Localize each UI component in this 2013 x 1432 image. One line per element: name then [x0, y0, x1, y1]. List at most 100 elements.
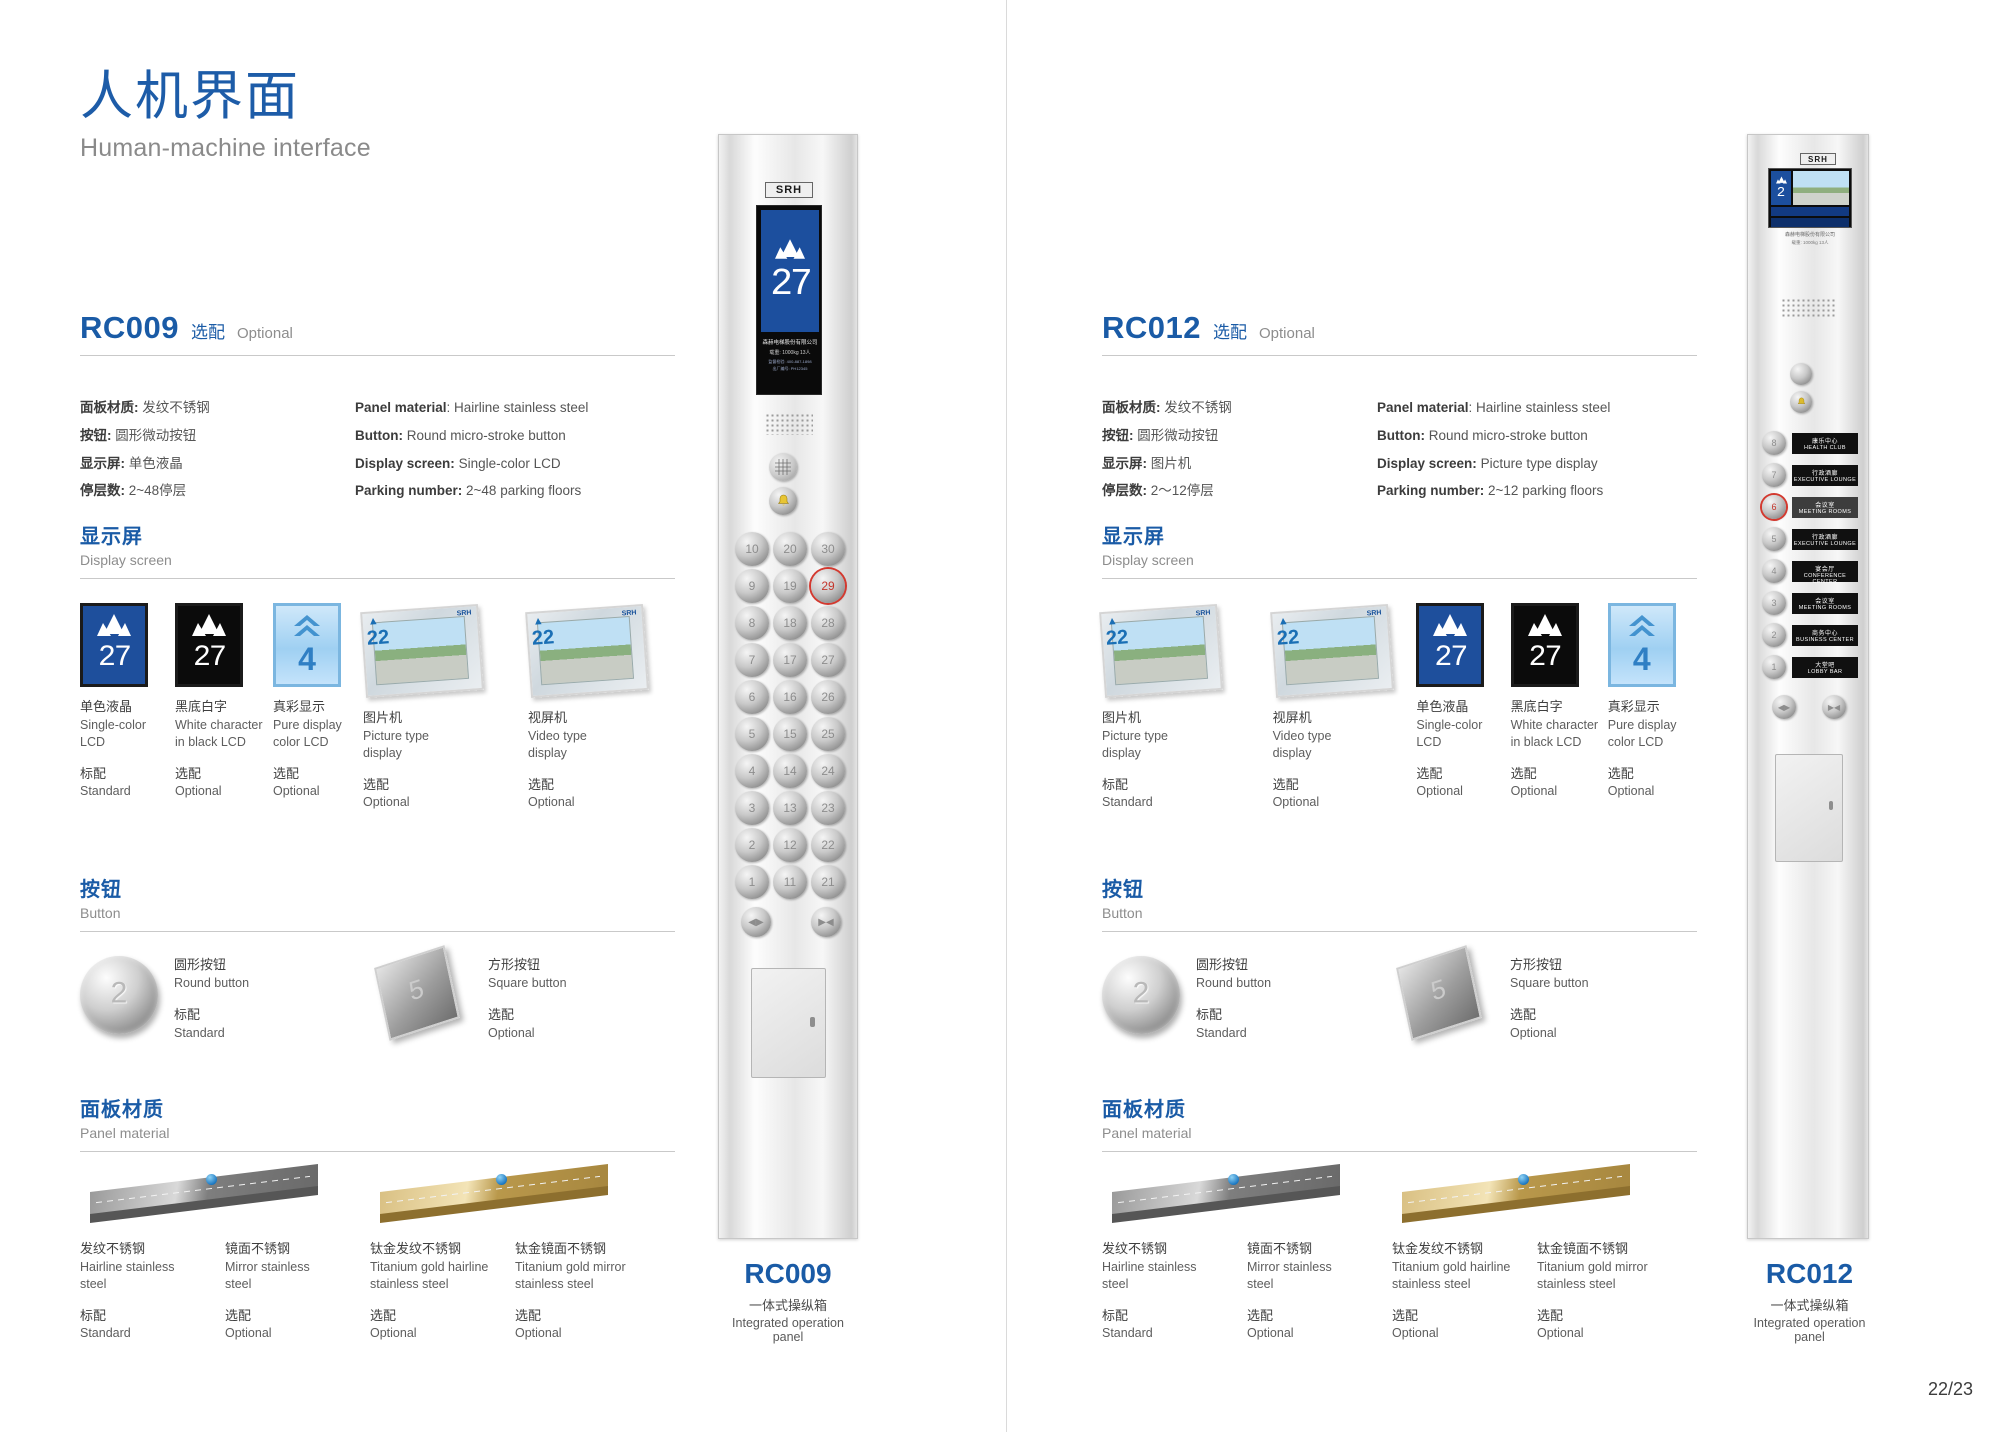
- panel-material-item[interactable]: 发纹不锈钢 Hairline stainless steel 标配 Standa…: [1102, 1240, 1247, 1342]
- floor-plate-row[interactable]: 7 行政酒廊 EXECUTIVE LOUNGE: [1762, 459, 1862, 491]
- panel-material-item[interactable]: 钛金发纹不锈钢 Titanium gold hairline stainless…: [370, 1240, 515, 1342]
- floor-button[interactable]: 7: [1762, 463, 1786, 487]
- item-availability-en: Optional: [273, 784, 320, 799]
- item-name-en-1: Video type: [1272, 728, 1332, 743]
- panel-material-item[interactable]: 钛金发纹不锈钢 Titanium gold hairline stainless…: [1392, 1240, 1537, 1342]
- floor-button[interactable]: 19: [773, 569, 807, 603]
- panel-material-item[interactable]: 钛金镜面不锈钢 Titanium gold mirror stainless s…: [515, 1240, 665, 1342]
- floor-button[interactable]: 24: [811, 754, 845, 788]
- floor-button[interactable]: 30: [811, 532, 845, 566]
- floor-button[interactable]: 22: [811, 828, 845, 862]
- door-control-buttons[interactable]: ◀▶ ▶◀: [1772, 695, 1846, 719]
- item-availability-cn: 选配: [1272, 776, 1299, 792]
- floor-button[interactable]: 14: [773, 754, 807, 788]
- alarm-bell-button[interactable]: [769, 487, 797, 515]
- door-close-button[interactable]: ▶◀: [811, 907, 841, 937]
- panel-material-item[interactable]: 镜面不锈钢 Mirror stainless steel 选配 Optional: [225, 1240, 370, 1342]
- floor-button[interactable]: 2: [735, 828, 769, 862]
- floor-button[interactable]: 7: [735, 643, 769, 677]
- floor-button[interactable]: 20: [773, 532, 807, 566]
- floor-nameplate: 商务中心 BUSINESS CENTER: [1792, 624, 1858, 646]
- floor-button[interactable]: 5: [735, 717, 769, 751]
- display-item[interactable]: 27 单色液晶 Single-color LCD 选配 Optional: [1416, 603, 1510, 811]
- item-availability-cn: 选配: [1510, 765, 1537, 781]
- floor-button[interactable]: 18: [773, 606, 807, 640]
- display-item[interactable]: ▲ 22 SRH 视屏机 Video type display 选配 Optio…: [525, 603, 668, 811]
- floor-button[interactable]: 4: [735, 754, 769, 788]
- floor-button[interactable]: 8: [1762, 431, 1786, 455]
- braille-key-button[interactable]: [769, 453, 797, 481]
- floor-button[interactable]: 26: [811, 680, 845, 714]
- panel-material-item[interactable]: 发纹不锈钢 Hairline stainless steel 标配 Standa…: [80, 1240, 225, 1342]
- floor-button[interactable]: 1: [735, 865, 769, 899]
- floor-button[interactable]: 8: [735, 606, 769, 640]
- floor-nameplate-active: 会议室 MEETING ROOMS: [1792, 496, 1858, 518]
- floor-button[interactable]: 13: [773, 791, 807, 825]
- floor-button-grid[interactable]: 10 20 30 9 19 29 8 18 28 7 17 27 6 16 26…: [735, 532, 845, 899]
- square-button-sample: [1396, 945, 1482, 1041]
- service-key-cabinet[interactable]: [751, 968, 826, 1078]
- floor-button-active[interactable]: 6: [1762, 495, 1786, 519]
- floor-plate-row[interactable]: 1 大堂吧 LOBBY BAR: [1762, 651, 1862, 683]
- floor-button[interactable]: 3: [735, 791, 769, 825]
- panel-material-item[interactable]: 钛金镜面不锈钢 Titanium gold mirror stainless s…: [1537, 1240, 1687, 1342]
- floor-plate-row[interactable]: 3 会议室 MEETING ROOMS: [1762, 587, 1862, 619]
- floor-button[interactable]: 27: [811, 643, 845, 677]
- floor-button[interactable]: 15: [773, 717, 807, 751]
- button-item[interactable]: 方形按钮 Square button 选配 Optional: [1396, 945, 1692, 1041]
- display-item[interactable]: 4 真彩显示 Pure display color LCD 选配 Optiona…: [1607, 603, 1697, 811]
- floor-button[interactable]: 12: [773, 828, 807, 862]
- floor-button[interactable]: 4: [1762, 559, 1786, 583]
- item-name-cn: 钛金镜面不锈钢: [515, 1241, 607, 1256]
- display-item[interactable]: ▲ 22 SRH 图片机 Picture type display 标配 Sta…: [1099, 603, 1273, 811]
- item-availability-cn: 选配: [273, 765, 300, 781]
- floor-button-active[interactable]: 29: [811, 569, 845, 603]
- floor-button[interactable]: 6: [735, 680, 769, 714]
- lcd-floor-value: 4: [298, 641, 316, 677]
- spec-value: 2~12 parking floors: [1484, 483, 1604, 499]
- floor-button[interactable]: 23: [811, 791, 845, 825]
- floor-button[interactable]: 9: [735, 569, 769, 603]
- item-availability-en: Optional: [1392, 1326, 1439, 1341]
- display-item[interactable]: 27 黑底白字 White character in black LCD 选配 …: [175, 603, 273, 811]
- door-open-button[interactable]: ◀▶: [1772, 695, 1796, 719]
- spec-value: 2~48停层: [128, 483, 187, 499]
- floor-button[interactable]: 28: [811, 606, 845, 640]
- floor-button[interactable]: 16: [773, 680, 807, 714]
- spec-label: Button:: [1377, 427, 1425, 443]
- display-item[interactable]: ▲ 22 SRH 视屏机 Video type display 选配 Optio…: [1269, 603, 1417, 811]
- button-item[interactable]: 圆形按钮 Round button 标配 Standard: [80, 956, 380, 1041]
- floor-button[interactable]: 1: [1762, 655, 1786, 679]
- display-item[interactable]: ▲ 22 SRH 图片机 Picture type display 选配 Opt…: [360, 603, 528, 811]
- floor-button[interactable]: 21: [811, 865, 845, 899]
- floor-button[interactable]: 10: [735, 532, 769, 566]
- floor-button[interactable]: 25: [811, 717, 845, 751]
- floor-button[interactable]: 3: [1762, 591, 1786, 615]
- door-control-buttons[interactable]: ◀▶ ▶◀: [741, 907, 841, 937]
- cop-panel-rc009[interactable]: SRH 27 森赫电梯股份有限公司 载重: 1000kg 13人 监督检验: 4…: [718, 134, 858, 1239]
- display-item[interactable]: 4 真彩显示 Pure display color LCD 选配 Optiona…: [273, 603, 363, 811]
- door-close-button[interactable]: ▶◀: [1822, 695, 1846, 719]
- braille-key-button[interactable]: [1790, 363, 1812, 385]
- floor-plate-row[interactable]: 5 行政酒廊 EXECUTIVE LOUNGE: [1762, 523, 1862, 555]
- service-key-cabinet[interactable]: [1775, 754, 1843, 862]
- floor-plate-row[interactable]: 8 康乐中心 HEALTH CLUB: [1762, 427, 1862, 459]
- floor-plate-row[interactable]: 2 商务中心 BUSINESS CENTER: [1762, 619, 1862, 651]
- lcd-display-unit: 27 森赫电梯股份有限公司 载重: 1000kg 13人 监督检验: 400-8…: [756, 205, 822, 395]
- floor-plate-list[interactable]: 8 康乐中心 HEALTH CLUB 7 行政酒廊 EXECUTIVE LOUN…: [1762, 427, 1862, 683]
- floor-button[interactable]: 17: [773, 643, 807, 677]
- alarm-bell-button[interactable]: [1790, 391, 1812, 413]
- button-item[interactable]: 方形按钮 Square button 选配 Optional: [374, 945, 670, 1041]
- floor-button[interactable]: 5: [1762, 527, 1786, 551]
- floor-plate-row[interactable]: 4 宴会厅 CONFERENCE CENTER: [1762, 555, 1862, 587]
- display-item[interactable]: 27 单色液晶 Single-color LCD 标配 Standard: [80, 603, 175, 811]
- floor-button[interactable]: 2: [1762, 623, 1786, 647]
- floor-button[interactable]: 11: [773, 865, 807, 899]
- panel-material-item[interactable]: 镜面不锈钢 Mirror stainless steel 选配 Optional: [1247, 1240, 1392, 1342]
- item-name-cn: 黑底白字: [1510, 699, 1563, 714]
- cop-panel-rc012[interactable]: SRH 2 森赫电梯股份有限公司 载重: 1000kg 13人 8 康乐中心 H…: [1747, 134, 1869, 1239]
- door-open-button[interactable]: ◀▶: [741, 907, 771, 937]
- display-item[interactable]: 27 黑底白字 White character in black LCD 选配 …: [1510, 603, 1608, 811]
- button-item[interactable]: 圆形按钮 Round button 标配 Standard: [1102, 956, 1402, 1041]
- floor-plate-row[interactable]: 6 会议室 MEETING ROOMS: [1762, 491, 1862, 523]
